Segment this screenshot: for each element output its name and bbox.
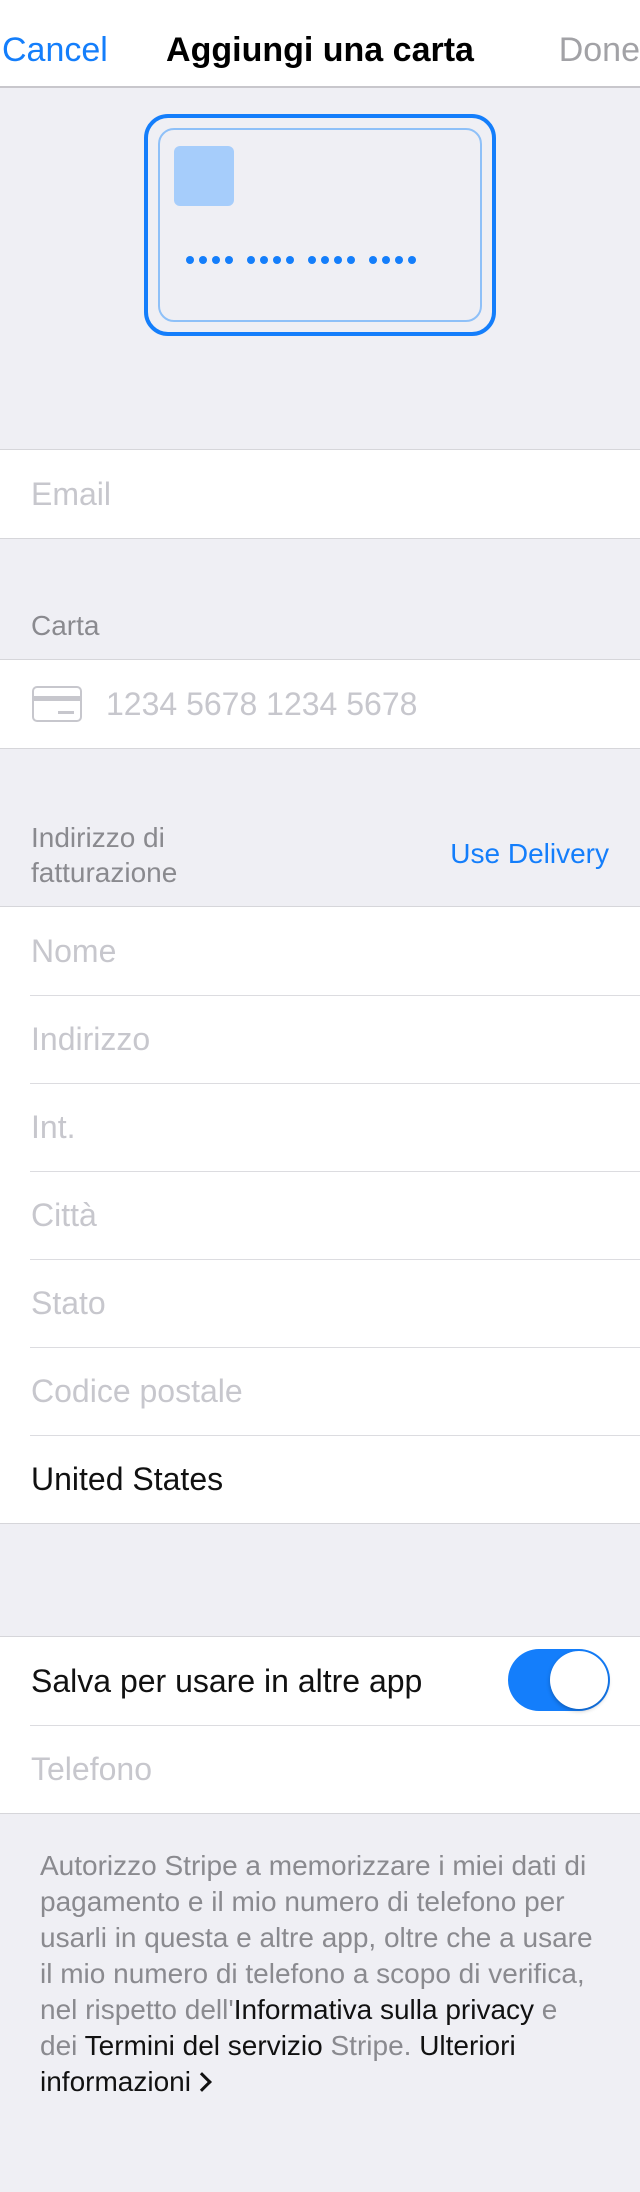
email-row[interactable]: Email [0, 450, 640, 538]
apt-field[interactable]: Int. [31, 1083, 75, 1171]
email-field[interactable]: Email [31, 450, 111, 538]
credit-card-icon [32, 686, 82, 722]
toggle-knob [550, 1651, 608, 1709]
card-number-field[interactable]: 1234 5678 1234 5678 [106, 660, 417, 748]
state-field[interactable]: Stato [31, 1259, 106, 1347]
card-illustration [144, 114, 496, 336]
card-section: 1234 5678 1234 5678 [0, 659, 640, 749]
card-number-row[interactable]: 1234 5678 1234 5678 [0, 660, 640, 748]
privacy-policy-link[interactable]: Informativa sulla privacy [234, 1994, 534, 2025]
billing-row-country[interactable]: United States [0, 1435, 640, 1523]
chevron-right-icon [192, 2072, 212, 2092]
save-toggle[interactable] [508, 1649, 610, 1711]
card-illustration-inner [158, 128, 482, 322]
save-row: Salva per usare in altre app [0, 1637, 640, 1725]
phone-row[interactable]: Telefono [0, 1725, 640, 1813]
city-field[interactable]: Città [31, 1171, 97, 1259]
page-title: Aggiungi una carta [166, 31, 474, 69]
billing-row-zip[interactable]: Codice postale [0, 1347, 640, 1435]
card-section-header: Carta [31, 610, 100, 641]
billing-row-name[interactable]: Nome [0, 907, 640, 995]
billing-row-apt[interactable]: Int. [0, 1083, 640, 1171]
billing-row-address[interactable]: Indirizzo [0, 995, 640, 1083]
address-field[interactable]: Indirizzo [31, 995, 150, 1083]
save-section: Salva per usare in altre app Telefono [0, 1636, 640, 1814]
save-label: Salva per usare in altre app [31, 1663, 423, 1699]
done-button[interactable]: Done [559, 31, 640, 70]
zip-field[interactable]: Codice postale [31, 1347, 243, 1435]
name-field[interactable]: Nome [31, 907, 116, 995]
terms-link[interactable]: Termini del servizio [85, 2030, 323, 2061]
billing-header-line1: Indirizzo di [31, 822, 165, 853]
country-field[interactable]: United States [31, 1435, 223, 1523]
billing-header-line2: fatturazione [31, 857, 178, 888]
legal-text-3: Stripe. [322, 2030, 420, 2061]
navigation-bar: Cancel Aggiungi una carta Done [0, 0, 640, 88]
phone-field[interactable]: Telefono [31, 1725, 152, 1813]
billing-section: Nome Indirizzo Int. Città Stato Codice p… [0, 906, 640, 1524]
email-section: Email [0, 449, 640, 539]
legal-footer: Autorizzo Stripe a memorizzare i miei da… [40, 1848, 600, 2100]
card-chip-icon [174, 146, 234, 206]
card-number-dots [186, 256, 416, 264]
billing-section-header: Indirizzo di fatturazione [31, 820, 177, 890]
use-delivery-button[interactable]: Use Delivery [450, 838, 609, 870]
billing-row-city[interactable]: Città [0, 1171, 640, 1259]
billing-row-state[interactable]: Stato [0, 1259, 640, 1347]
